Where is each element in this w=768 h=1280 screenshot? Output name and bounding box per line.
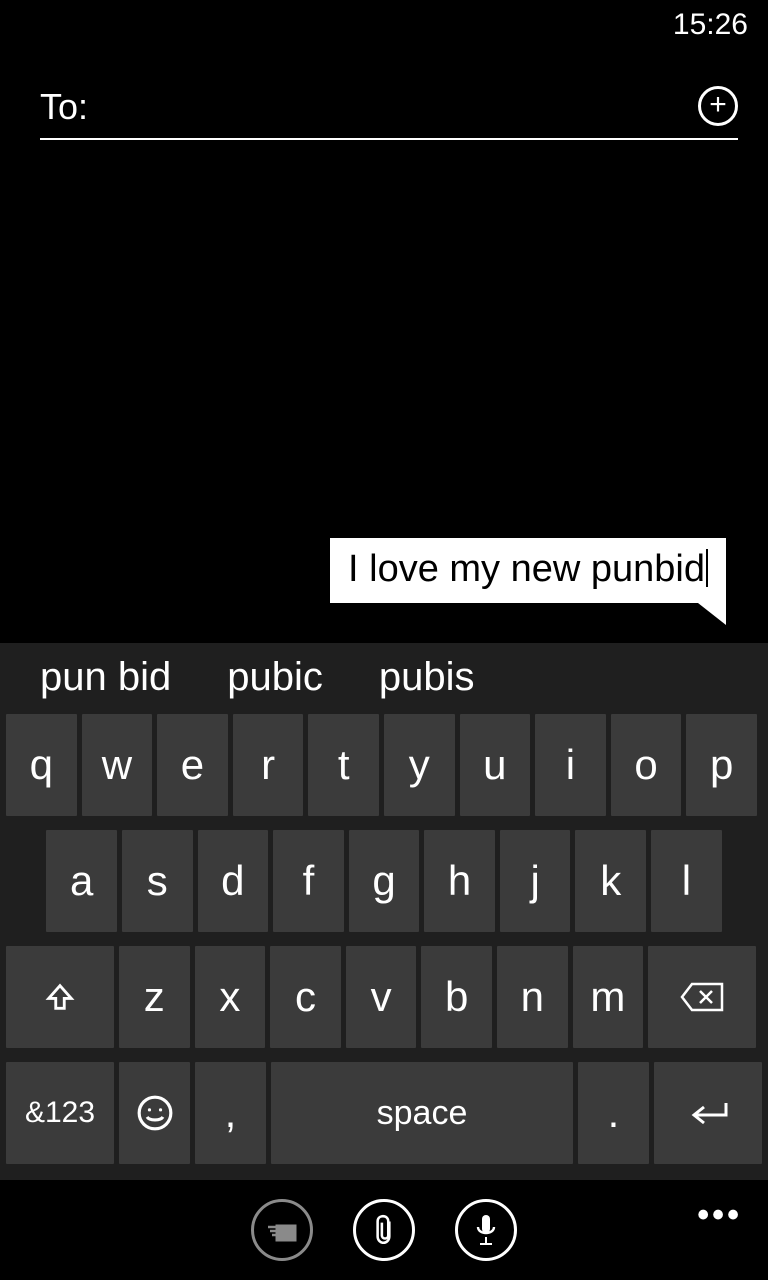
add-contact-button[interactable]: + [698, 86, 738, 126]
suggestion-1[interactable]: pun bid [40, 655, 171, 700]
key-c[interactable]: c [270, 946, 341, 1048]
key-r[interactable]: r [233, 714, 304, 816]
microphone-icon [475, 1213, 497, 1247]
key-j[interactable]: j [500, 830, 571, 932]
key-e[interactable]: e [157, 714, 228, 816]
key-comma[interactable]: , [195, 1062, 266, 1164]
key-q[interactable]: q [6, 714, 77, 816]
attach-button[interactable] [353, 1199, 415, 1261]
text-caret [706, 549, 708, 587]
paperclip-icon [371, 1213, 397, 1247]
key-row-4: &123 , space . [0, 1062, 768, 1164]
compose-header: To: + [0, 46, 768, 140]
key-b[interactable]: b [421, 946, 492, 1048]
more-button[interactable]: ••• [697, 1196, 742, 1235]
suggestion-3[interactable]: pubis [379, 655, 475, 700]
smile-icon [136, 1094, 174, 1132]
key-v[interactable]: v [346, 946, 417, 1048]
suggestion-bar: pun bid pubic pubis [0, 655, 768, 714]
message-text: I love my new punbid [348, 548, 705, 590]
bubble-tail [698, 603, 726, 625]
key-f[interactable]: f [273, 830, 344, 932]
key-u[interactable]: u [460, 714, 531, 816]
send-button[interactable] [251, 1199, 313, 1261]
key-backspace[interactable] [648, 946, 756, 1048]
key-row-1: q w e r t y u i o p [0, 714, 768, 816]
key-row-2: a s d f g h j k l [0, 830, 768, 932]
key-enter[interactable] [654, 1062, 762, 1164]
key-p[interactable]: p [686, 714, 757, 816]
key-s[interactable]: s [122, 830, 193, 932]
to-field-row: To: + [40, 86, 738, 140]
to-label: To: [40, 86, 88, 128]
keyboard: pun bid pubic pubis q w e r t y u i o p … [0, 643, 768, 1180]
key-z[interactable]: z [119, 946, 190, 1048]
key-t[interactable]: t [308, 714, 379, 816]
key-i[interactable]: i [535, 714, 606, 816]
voice-button[interactable] [455, 1199, 517, 1261]
return-icon [686, 1099, 730, 1127]
key-d[interactable]: d [198, 830, 269, 932]
clock: 15:26 [673, 8, 748, 42]
key-l[interactable]: l [651, 830, 722, 932]
compose-bubble[interactable]: I love my new punbid [330, 538, 726, 603]
key-a[interactable]: a [46, 830, 117, 932]
key-o[interactable]: o [611, 714, 682, 816]
key-w[interactable]: w [82, 714, 153, 816]
to-input[interactable] [104, 88, 698, 127]
key-x[interactable]: x [195, 946, 266, 1048]
backspace-icon [680, 982, 724, 1012]
key-h[interactable]: h [424, 830, 495, 932]
key-n[interactable]: n [497, 946, 568, 1048]
key-m[interactable]: m [573, 946, 644, 1048]
key-emoji[interactable] [119, 1062, 190, 1164]
app-bar: ••• [0, 1180, 768, 1280]
plus-icon: + [709, 90, 727, 120]
status-bar: 15:26 [0, 0, 768, 46]
key-g[interactable]: g [349, 830, 420, 932]
key-space[interactable]: space [271, 1062, 573, 1164]
key-symnum[interactable]: &123 [6, 1062, 114, 1164]
key-y[interactable]: y [384, 714, 455, 816]
arrow-up-icon [43, 980, 77, 1014]
key-k[interactable]: k [575, 830, 646, 932]
message-area[interactable]: I love my new punbid [0, 140, 768, 643]
key-row-3: z x c v b n m [0, 946, 768, 1048]
suggestion-2[interactable]: pubic [227, 655, 323, 700]
key-period[interactable]: . [578, 1062, 649, 1164]
key-shift[interactable] [6, 946, 114, 1048]
send-icon [266, 1217, 298, 1243]
